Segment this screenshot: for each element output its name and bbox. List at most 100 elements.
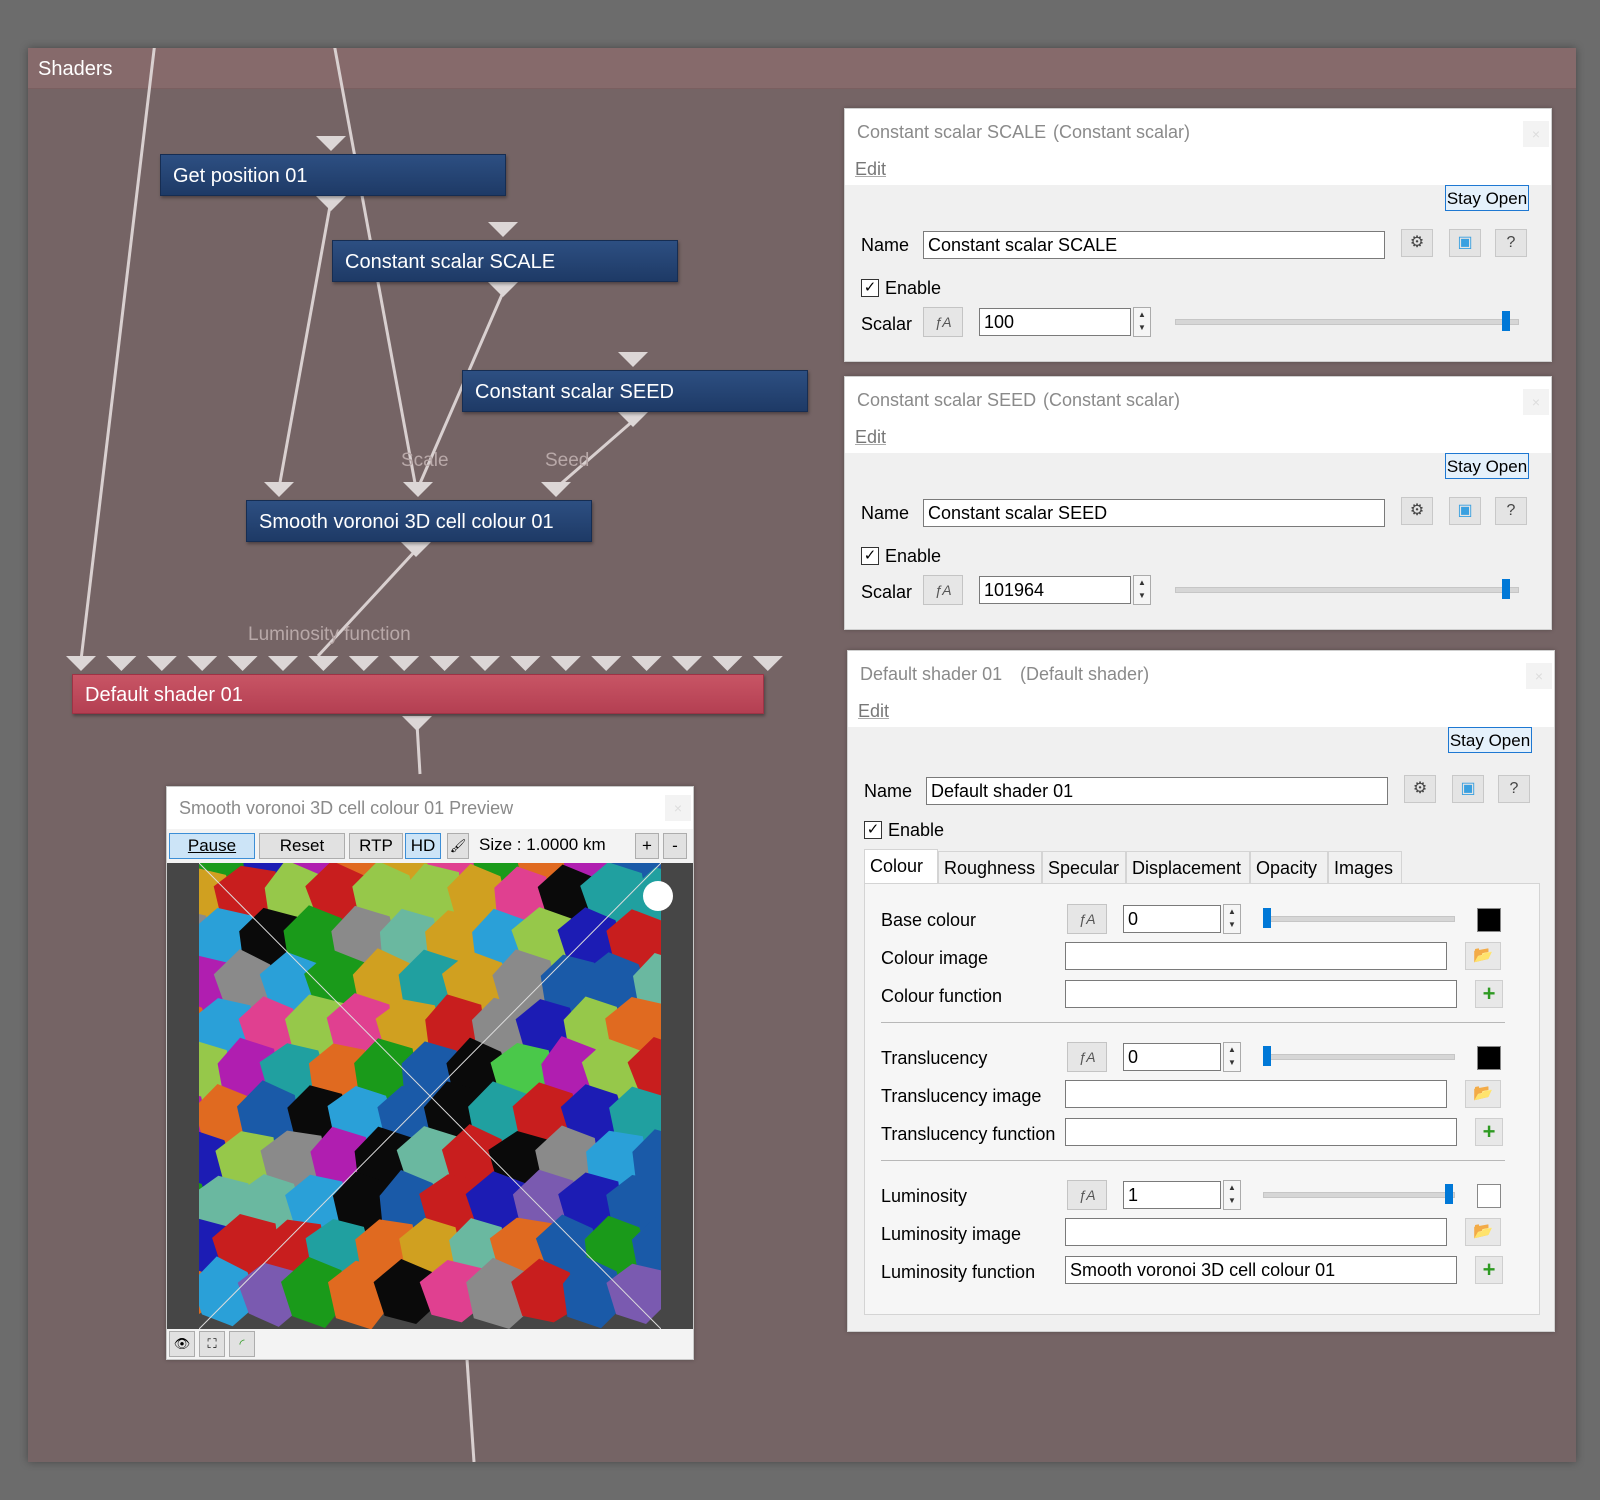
close-icon[interactable]: ×: [1526, 663, 1552, 689]
panel-title-bar[interactable]: Constant scalar SEED (Constant scalar) ×: [845, 377, 1551, 425]
translucency-image-input[interactable]: [1065, 1080, 1447, 1108]
menu-edit[interactable]: Edit: [858, 701, 889, 722]
name-input[interactable]: Default shader 01: [926, 777, 1388, 805]
rtp-button[interactable]: RTP: [349, 833, 403, 859]
function-icon[interactable]: ƒA: [1067, 1042, 1107, 1072]
panel-title-bar[interactable]: Default shader 01 (Default shader) ×: [848, 651, 1554, 699]
base-colour-swatch[interactable]: [1477, 908, 1501, 932]
scalar-input[interactable]: 100: [979, 308, 1131, 336]
tab-roughness[interactable]: Roughness: [938, 851, 1042, 883]
gear-icon[interactable]: ⚙: [1401, 229, 1433, 257]
luminosity-slider-thumb[interactable]: [1445, 1184, 1453, 1204]
stay-open-button[interactable]: Stay Open: [1445, 453, 1529, 479]
function-icon[interactable]: ƒA: [923, 307, 963, 337]
luminosity-function-input[interactable]: Smooth voronoi 3D cell colour 01: [1065, 1256, 1457, 1284]
pause-button[interactable]: Pause: [169, 833, 255, 859]
zoom-out-button[interactable]: -: [663, 833, 687, 859]
node-constant-scalar-scale[interactable]: Constant scalar SCALE: [332, 240, 678, 282]
node-default-shader[interactable]: Default shader 01: [72, 674, 764, 714]
translucency-swatch[interactable]: [1477, 1046, 1501, 1070]
scalar-slider[interactable]: [1175, 319, 1519, 325]
hd-button[interactable]: HD: [405, 833, 441, 859]
scalar-input[interactable]: 101964: [979, 576, 1131, 604]
colour-function-input[interactable]: [1065, 980, 1457, 1008]
help-icon[interactable]: ?: [1495, 229, 1527, 257]
menu-edit[interactable]: Edit: [855, 159, 886, 180]
add-function-icon[interactable]: +: [1475, 1256, 1503, 1284]
function-icon[interactable]: ƒA: [923, 575, 963, 605]
tab-opacity[interactable]: Opacity: [1250, 851, 1328, 883]
size-readout: Size : 1.0000 km: [479, 835, 606, 854]
help-icon[interactable]: ?: [1495, 497, 1527, 525]
node-get-position[interactable]: Get position 01: [160, 154, 506, 196]
node-constant-scalar-seed[interactable]: Constant scalar SEED: [462, 370, 808, 412]
preview-icon[interactable]: ▣: [1449, 497, 1481, 525]
brush-icon[interactable]: 🖌: [447, 833, 469, 859]
colour-image-input[interactable]: [1065, 942, 1447, 970]
luminosity-image-input[interactable]: [1065, 1218, 1447, 1246]
stay-open-button[interactable]: Stay Open: [1445, 185, 1529, 211]
close-icon[interactable]: ×: [1523, 389, 1549, 415]
shader-input-port: [106, 656, 137, 671]
folder-icon[interactable]: 📂: [1465, 1218, 1501, 1246]
base-colour-spinner[interactable]: ▲ ▼: [1223, 904, 1241, 934]
tab-images[interactable]: Images: [1328, 851, 1402, 883]
add-function-icon[interactable]: +: [1475, 980, 1503, 1008]
luminosity-spinner[interactable]: ▲ ▼: [1223, 1180, 1241, 1210]
close-icon[interactable]: ×: [665, 795, 691, 821]
shader-input-port: [187, 656, 218, 671]
enable-checkbox[interactable]: ✓: [861, 547, 879, 565]
base-colour-slider-thumb[interactable]: [1263, 908, 1271, 928]
folder-icon[interactable]: 📂: [1465, 1080, 1501, 1108]
tab-specular[interactable]: Specular: [1042, 851, 1126, 883]
gear-icon[interactable]: ⚙: [1401, 497, 1433, 525]
translucency-input[interactable]: 0: [1123, 1043, 1221, 1071]
scalar-spinner[interactable]: ▲ ▼: [1133, 307, 1151, 337]
gear-icon[interactable]: ⚙: [1404, 775, 1436, 803]
close-icon[interactable]: ×: [1523, 121, 1549, 147]
enable-checkbox[interactable]: ✓: [864, 821, 882, 839]
luminosity-input[interactable]: 1: [1123, 1181, 1221, 1209]
enable-label: Enable: [885, 546, 942, 566]
scalar-slider[interactable]: [1175, 587, 1519, 593]
name-input[interactable]: Constant scalar SEED: [923, 499, 1385, 527]
voronoi-preview-image: [199, 863, 661, 1329]
curve-icon[interactable]: ◜: [229, 1331, 255, 1357]
enable-label: Enable: [888, 820, 945, 840]
preview-icon[interactable]: ▣: [1452, 775, 1484, 803]
luminosity-swatch[interactable]: [1477, 1184, 1501, 1208]
preview-viewport[interactable]: [167, 863, 693, 1329]
zoom-in-button[interactable]: +: [635, 833, 659, 859]
folder-icon[interactable]: 📂: [1465, 942, 1501, 970]
base-colour-input[interactable]: 0: [1123, 905, 1221, 933]
function-icon[interactable]: ƒA: [1067, 1180, 1107, 1210]
function-icon[interactable]: ƒA: [1067, 904, 1107, 934]
tab-colour[interactable]: Colour: [864, 849, 938, 883]
translucency-slider-thumb[interactable]: [1263, 1046, 1271, 1066]
tab-displacement[interactable]: Displacement: [1126, 851, 1250, 883]
node-smooth-voronoi[interactable]: Smooth voronoi 3D cell colour 01: [246, 500, 592, 542]
help-icon[interactable]: ?: [1498, 775, 1530, 803]
panel-title-bar[interactable]: Constant scalar SCALE (Constant scalar) …: [845, 109, 1551, 157]
enable-checkbox[interactable]: ✓: [861, 279, 879, 297]
name-input[interactable]: Constant scalar SCALE: [923, 231, 1385, 259]
eye-icon[interactable]: 👁: [169, 1331, 195, 1357]
menu-edit[interactable]: Edit: [855, 427, 886, 448]
fit-view-icon[interactable]: ⛶: [199, 1331, 225, 1357]
translucency-function-input[interactable]: [1065, 1118, 1457, 1146]
scalar-slider-thumb[interactable]: [1502, 579, 1511, 599]
shader-input-port: [227, 656, 258, 671]
translucency-spinner[interactable]: ▲ ▼: [1223, 1042, 1241, 1072]
preview-title-bar[interactable]: Smooth voronoi 3D cell colour 01 Preview…: [167, 787, 693, 829]
reset-button[interactable]: Reset: [259, 833, 345, 859]
stay-open-button[interactable]: Stay Open: [1448, 727, 1532, 753]
luminosity-slider[interactable]: [1263, 1192, 1455, 1198]
base-colour-slider[interactable]: [1263, 916, 1455, 922]
scalar-spinner[interactable]: ▲ ▼: [1133, 575, 1151, 605]
scalar-slider-thumb[interactable]: [1502, 311, 1511, 331]
colour-function-label: Colour function: [881, 986, 1003, 1006]
light-direction-handle[interactable]: [643, 881, 673, 911]
add-function-icon[interactable]: +: [1475, 1118, 1503, 1146]
translucency-slider[interactable]: [1263, 1054, 1455, 1060]
preview-icon[interactable]: ▣: [1449, 229, 1481, 257]
